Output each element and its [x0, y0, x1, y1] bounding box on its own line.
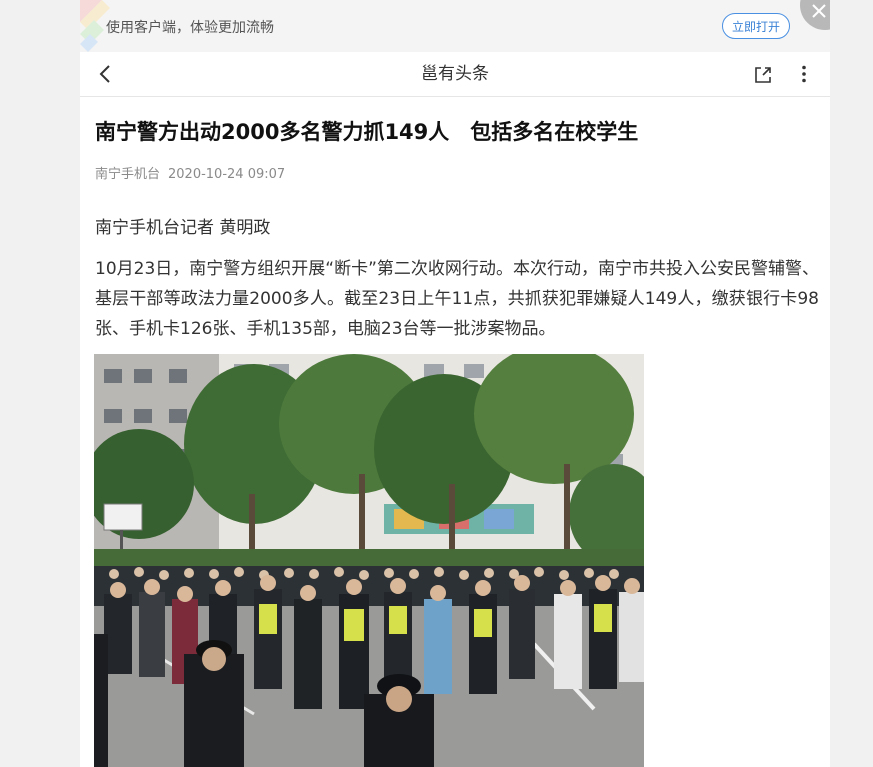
- share-button[interactable]: [753, 65, 773, 85]
- nav-title: 邕有头条: [421, 64, 489, 84]
- chevron-left-icon: [99, 65, 110, 83]
- article-paragraph: 10月23日，南宁警方组织开展“断卡”第二次收网行动。本次行动，南宁市共投入公安…: [95, 259, 819, 339]
- promo-text: 使用客户端，体验更加流畅: [106, 20, 274, 36]
- open-app-button[interactable]: 立即打开: [722, 13, 790, 39]
- article-source[interactable]: 南宁手机台: [95, 167, 160, 182]
- app-promo-banner[interactable]: 使用客户端，体验更加流畅 立即打开: [80, 0, 830, 53]
- close-banner-button[interactable]: [800, 0, 830, 30]
- article-photo: [94, 354, 644, 767]
- more-vertical-icon: [802, 65, 806, 83]
- article-meta: 南宁手机台 2020-10-24 09:07: [95, 163, 285, 182]
- nav-bar: 邕有头条: [80, 52, 830, 97]
- back-button[interactable]: [96, 64, 116, 84]
- article-page: 使用客户端，体验更加流畅 立即打开 邕有头条 南宁警方出动2000多名警力抓14…: [80, 0, 830, 767]
- article-title: 南宁警方出动2000多名警力抓149人 包括多名在校学生: [95, 120, 639, 144]
- more-options-button[interactable]: [794, 64, 814, 84]
- close-icon: [812, 4, 826, 18]
- share-icon: [755, 67, 771, 83]
- article-date: 2020-10-24 09:07: [168, 167, 286, 182]
- article-byline: 南宁手机台记者 黄明政: [95, 218, 271, 238]
